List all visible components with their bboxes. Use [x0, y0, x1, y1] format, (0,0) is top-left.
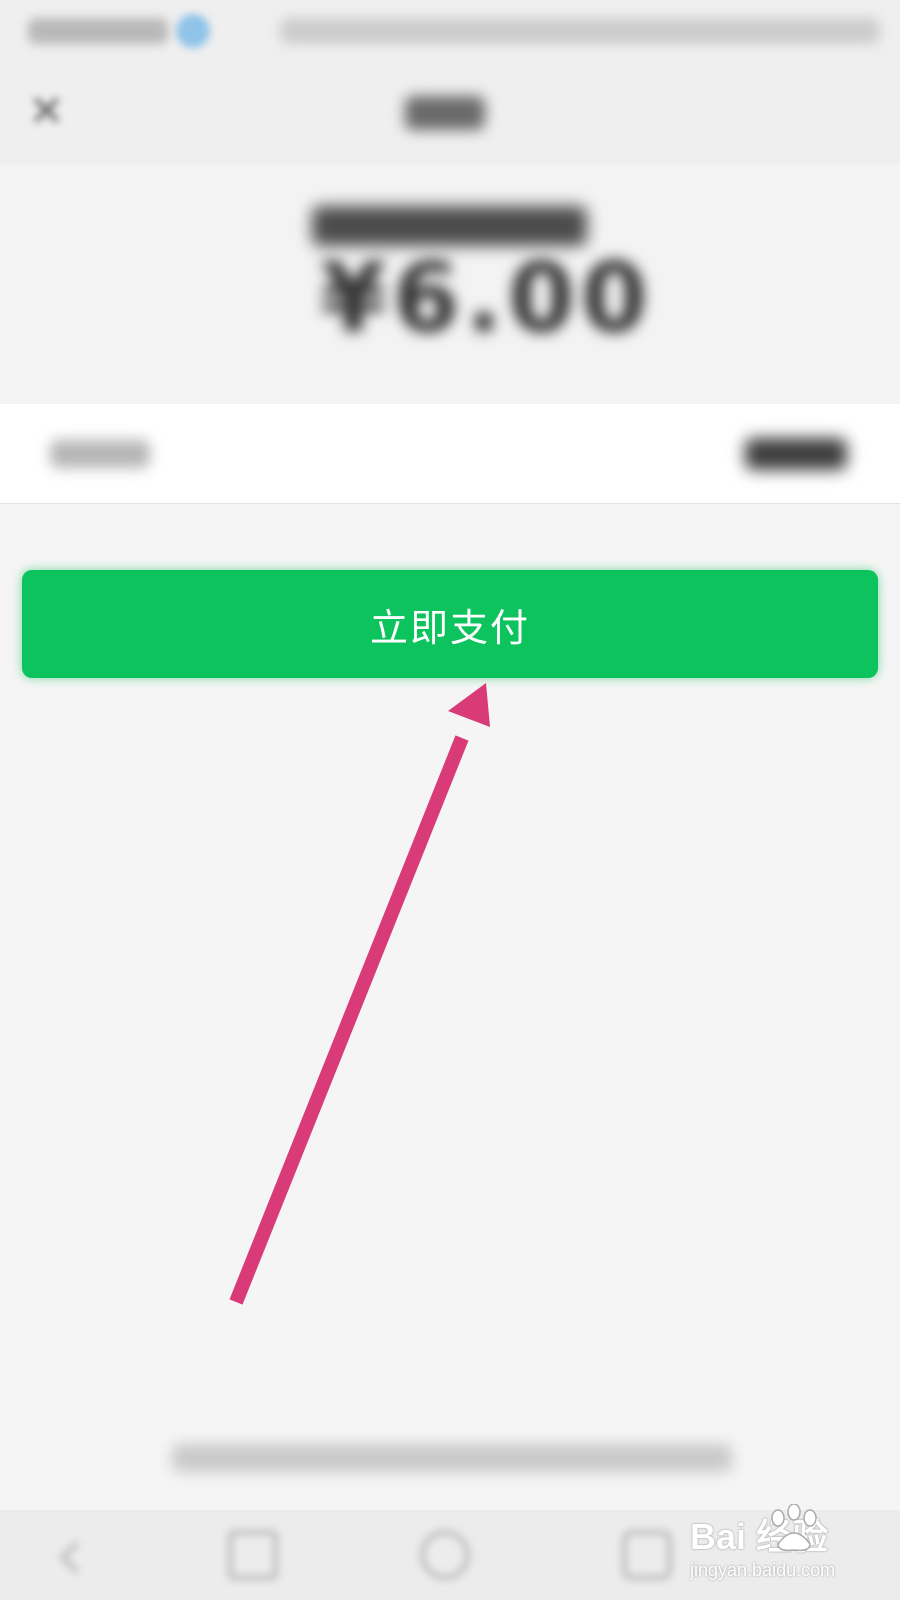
merchant-name	[312, 206, 587, 246]
annotation-arrow-head	[448, 683, 490, 727]
footer-notice	[172, 1444, 732, 1472]
status-bar	[0, 0, 900, 64]
pay-now-button[interactable]: 立即支付	[22, 570, 878, 678]
payee-value	[745, 438, 847, 470]
home-icon[interactable]	[420, 1530, 470, 1580]
carrier-info	[28, 18, 168, 44]
annotation-arrow-shaft	[229, 735, 469, 1305]
page-title	[405, 96, 485, 130]
amount-section: ¥6.00	[0, 164, 900, 404]
watermark: Bai 经验 jingyan.baidu.com	[690, 1500, 890, 1590]
payment-amount: ¥6.00	[320, 242, 654, 354]
nav-bar	[0, 64, 900, 164]
watermark-site: jingyan.baidu.com	[690, 1560, 836, 1580]
payee-label	[50, 440, 150, 468]
hd-indicator-icon	[176, 14, 210, 48]
tabs-icon[interactable]	[622, 1530, 672, 1580]
payee-row	[0, 404, 900, 504]
paw-icon	[771, 1504, 817, 1552]
share-icon[interactable]	[228, 1530, 278, 1580]
status-indicators	[280, 18, 880, 44]
close-icon[interactable]	[30, 94, 62, 126]
back-icon[interactable]	[50, 1530, 100, 1580]
